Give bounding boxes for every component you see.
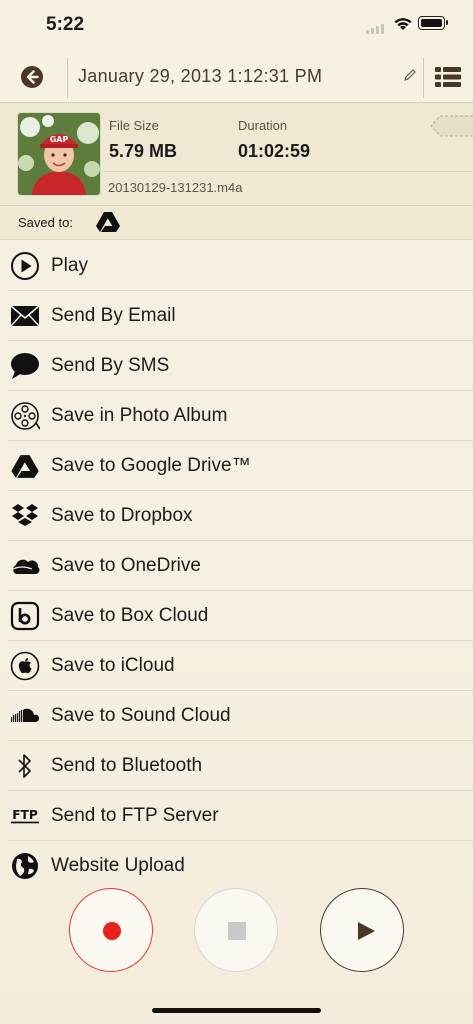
home-indicator[interactable] <box>152 1008 321 1013</box>
speech-bubble-icon <box>10 351 40 381</box>
status-time: 5:22 <box>46 14 85 35</box>
playback-controls <box>0 888 473 978</box>
apple-icon <box>10 651 40 681</box>
menu-item-send-ftp[interactable]: FTP Send to FTP Server <box>0 791 473 841</box>
file-size-value: 5.79 MB <box>109 141 178 161</box>
recording-thumbnail[interactable]: GAP <box>18 113 100 195</box>
play-icon <box>358 922 375 940</box>
play-circle-icon <box>10 251 40 281</box>
tag-icon[interactable] <box>430 115 473 137</box>
stop-icon <box>228 922 246 940</box>
menu-item-label: Save to OneDrive <box>51 555 201 576</box>
signal-icon <box>366 24 384 34</box>
status-bar: 5:22 <box>0 0 473 50</box>
soundcloud-icon <box>10 701 40 731</box>
edit-pencil-icon[interactable] <box>403 68 417 82</box>
saved-to-label: Saved to: <box>18 215 73 230</box>
menu-item-save-icloud[interactable]: Save to iCloud <box>0 641 473 691</box>
menu-item-label: Website Upload <box>51 855 185 876</box>
recording-info-panel: GAP File Size 5.79 MB Duration 01:02:59 … <box>0 103 473 206</box>
menu-item-save-dropbox[interactable]: Save to Dropbox <box>0 491 473 541</box>
nav-divider <box>67 58 68 98</box>
menu-item-play[interactable]: Play <box>0 241 473 291</box>
record-button[interactable] <box>69 888 153 972</box>
nav-divider <box>423 58 424 98</box>
nav-bar: January 29, 2013 1:12:31 PM <box>0 52 473 103</box>
film-reel-icon <box>10 401 40 431</box>
saved-to-bar: Saved to: <box>0 206 473 240</box>
menu-item-label: Save in Photo Album <box>51 405 228 426</box>
menu-item-label: Send to FTP Server <box>51 805 219 826</box>
menu-item-label: Play <box>51 255 88 276</box>
list-menu-icon[interactable] <box>435 66 461 88</box>
menu-item-send-sms[interactable]: Send By SMS <box>0 341 473 391</box>
menu-item-send-bluetooth[interactable]: Send to Bluetooth <box>0 741 473 791</box>
envelope-icon <box>10 301 40 331</box>
duration-value: 01:02:59 <box>238 141 311 161</box>
bluetooth-icon <box>10 751 40 781</box>
menu-item-label: Save to Dropbox <box>51 505 193 526</box>
menu-item-label: Save to Google Drive™ <box>51 455 251 476</box>
menu-item-save-photo-album[interactable]: Save in Photo Album <box>0 391 473 441</box>
svg-text:FTP: FTP <box>12 808 38 822</box>
box-icon <box>10 601 40 631</box>
ftp-icon: FTP <box>10 801 40 831</box>
play-button[interactable] <box>320 888 404 972</box>
record-icon <box>103 922 121 940</box>
file-size-label: File Size <box>109 118 159 133</box>
menu-item-label: Save to Sound Cloud <box>51 705 231 726</box>
stop-button[interactable] <box>194 888 278 972</box>
battery-icon <box>418 16 448 30</box>
menu-item-website-upload[interactable]: Website Upload <box>0 841 473 891</box>
menu-item-label: Send By SMS <box>51 355 170 376</box>
menu-item-label: Send to Bluetooth <box>51 755 203 776</box>
menu-item-label: Save to iCloud <box>51 655 175 676</box>
menu-item-save-google-drive[interactable]: Save to Google Drive™ <box>0 441 473 491</box>
menu-item-label: Send By Email <box>51 305 176 326</box>
dropbox-icon <box>10 501 40 531</box>
wifi-icon <box>394 18 412 30</box>
menu-item-save-soundcloud[interactable]: Save to Sound Cloud <box>0 691 473 741</box>
duration-label: Duration <box>238 118 288 133</box>
menu-item-label: Save to Box Cloud <box>51 605 209 626</box>
recording-title: January 29, 2013 1:12:31 PM <box>78 66 323 86</box>
onedrive-icon <box>10 551 40 581</box>
google-drive-icon <box>96 212 120 232</box>
share-menu-list: Play Send By Email Send By SMS Save in P… <box>0 241 473 891</box>
thumbnail-cap-text: GAP <box>50 135 69 144</box>
menu-item-send-email[interactable]: Send By Email <box>0 291 473 341</box>
file-name: 20130129-131231.m4a <box>108 180 243 195</box>
menu-item-save-onedrive[interactable]: Save to OneDrive <box>0 541 473 591</box>
back-arrow-icon[interactable] <box>20 65 44 89</box>
menu-item-save-box-cloud[interactable]: Save to Box Cloud <box>0 591 473 641</box>
google-drive-icon <box>10 451 40 481</box>
info-divider <box>104 171 473 172</box>
globe-icon <box>10 851 40 881</box>
